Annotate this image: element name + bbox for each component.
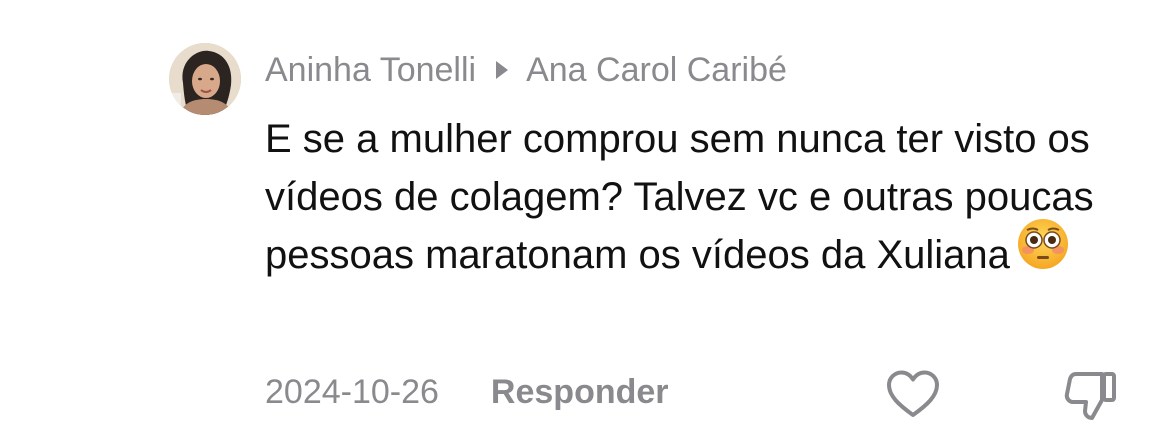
flushed-face-icon — [1016, 217, 1070, 287]
avatar[interactable] — [169, 43, 241, 115]
comment-meta: Aninha Tonelli Ana Carol Caribé — [265, 48, 787, 92]
avatar-photo — [169, 43, 241, 115]
comment-footer: 2024-10-26 Responder — [265, 368, 669, 416]
reply-to-name[interactable]: Ana Carol Caribé — [526, 51, 787, 90]
thumbs-down-outline-icon — [1064, 372, 1116, 420]
comment-item: Aninha Tonelli Ana Carol Caribé E se a m… — [0, 0, 1170, 426]
reply-arrow-icon — [496, 61, 509, 79]
dislike-button[interactable] — [1062, 368, 1120, 422]
reply-button[interactable]: Responder — [491, 373, 669, 412]
comment-body: E se a mulher comprou sem nunca ter vist… — [265, 110, 1135, 287]
comment-date: 2024-10-26 — [265, 372, 439, 411]
comment-text: E se a mulher comprou sem nunca ter vist… — [265, 117, 1094, 277]
heart-outline-icon — [887, 370, 939, 417]
like-button[interactable] — [885, 369, 941, 419]
author-name[interactable]: Aninha Tonelli — [265, 51, 476, 90]
